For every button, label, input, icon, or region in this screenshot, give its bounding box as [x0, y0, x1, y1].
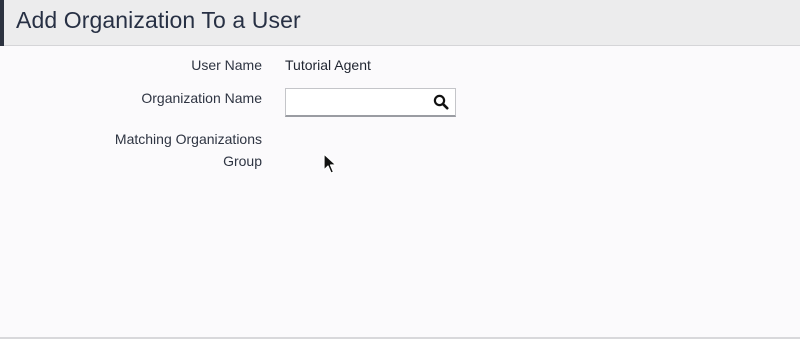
- organization-name-label: Organization Name: [141, 90, 262, 106]
- header-accent-bar: [0, 0, 4, 46]
- search-button[interactable]: [433, 94, 449, 110]
- search-icon: [433, 94, 449, 110]
- group-label: Group: [223, 153, 262, 169]
- mouse-pointer-icon: [323, 153, 337, 174]
- matching-organizations-label: Matching Organizations: [114, 131, 262, 147]
- page-header: Add Organization To a User: [0, 0, 800, 46]
- add-organization-page: Add Organization To a User User Name Tut…: [0, 0, 800, 339]
- user-name-label: User Name: [191, 57, 262, 73]
- organization-name-input[interactable]: [286, 89, 426, 115]
- page-title: Add Organization To a User: [16, 7, 301, 33]
- user-name-value: Tutorial Agent: [285, 57, 371, 73]
- organization-search-box: [285, 88, 456, 117]
